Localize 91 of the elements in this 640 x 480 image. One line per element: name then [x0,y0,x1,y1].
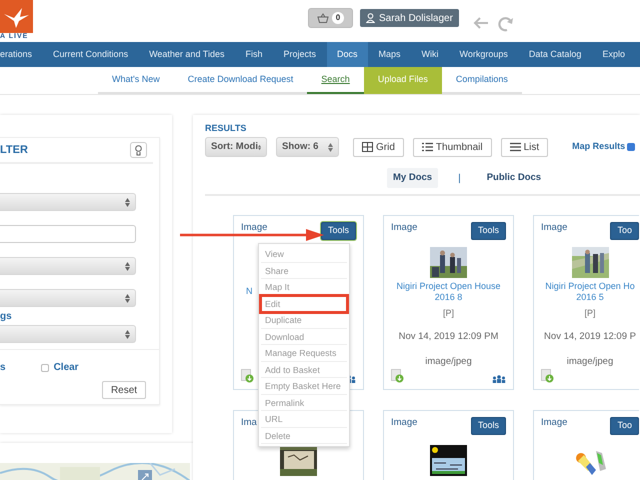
document-date: Nov 14, 2019 12:09 P [543,330,637,344]
tab-separator: | [458,172,461,186]
bird-logo-icon[interactable] [0,0,33,33]
checkbox[interactable] [40,364,49,372]
mime-type: image/jpeg [424,354,473,369]
menu-item[interactable]: Permalink [261,394,347,411]
option-label: s [0,361,6,375]
checkbox-label: Clear [54,361,79,375]
subnav-link[interactable]: Compilations [442,67,522,94]
input-field[interactable] [0,225,136,243]
menu-item[interactable]: Delete [261,428,347,444]
reset-button[interactable]: Reset [102,381,146,399]
subnav-link[interactable]: What's New [98,67,174,94]
view-button[interactable]: Thumbnail [412,138,492,156]
list-icon [422,142,433,152]
grid-icon [362,142,373,152]
tools-button[interactable]: Tools [470,417,506,435]
updown-caret-icon [125,198,130,206]
nav-tab[interactable]: Data Catalog [518,42,592,67]
file-type-label: Image [241,221,268,235]
download-icon[interactable] [541,369,554,383]
updown-caret-icon [125,262,130,270]
view-button[interactable]: List [500,138,548,156]
menu-item[interactable]: Share [261,262,347,279]
map-results-label: Map Results [572,140,626,154]
select-field[interactable] [0,289,136,307]
menu-item[interactable]: Map It [261,279,347,296]
back-arrow-icon[interactable] [473,16,489,30]
sort-select[interactable]: Sort: Modi [205,137,267,157]
file-type-label: Image [391,416,418,430]
nav-tab[interactable]: Workgroups [449,42,518,67]
updown-caret-icon [125,330,130,338]
help-button[interactable] [130,142,147,158]
select-field[interactable] [0,257,136,275]
expand-icon[interactable] [138,470,152,480]
select-field[interactable] [0,325,136,343]
mime-type: image/jpeg [566,354,614,369]
document-title-link[interactable]: Nigiri Project Open Ho 2016 5 [541,281,639,303]
file-type-label: Ima [241,416,257,430]
menu-item[interactable]: URL [261,411,347,428]
menu-item[interactable]: Download [261,328,347,345]
download-icon[interactable] [241,369,254,383]
file-type-label: Image [391,221,418,235]
file-type-label: Image [541,416,568,430]
user-button[interactable]: Sarah Dolislager [360,9,459,27]
menu-item[interactable]: Empty Basket Here [261,378,347,394]
basket-count: 0 [332,12,344,24]
nav-tab[interactable]: erations [0,42,43,67]
nav-tab[interactable]: Explo [592,42,636,67]
filter-title: LTER [0,142,28,158]
nav-tab[interactable]: Wiki [411,42,450,67]
nav-tab[interactable]: Docs [326,42,368,67]
doc-tab[interactable]: Public Docs [480,168,548,188]
tools-button[interactable]: Tools [470,222,506,240]
view-button[interactable]: Grid [353,138,404,156]
menu-lines-icon [510,142,521,152]
subnav-link[interactable]: Create Download Request [174,67,308,94]
updown-caret-icon [328,142,333,152]
document-title-link[interactable]: Nigiri Project Open House 2016 8 [391,281,506,303]
show-select[interactable]: Show: 6 [276,137,339,157]
updown-caret-icon [258,142,261,152]
menu-item[interactable]: Manage Requests [261,345,347,362]
nav-tab[interactable]: Fish [234,42,273,67]
basket-icon [316,13,329,23]
basket-button[interactable]: 0 [308,8,353,28]
public-marker-label: [P] [442,307,455,320]
tools-button[interactable]: Tools [320,222,356,240]
public-marker-label: [P] [583,307,596,320]
document-date: Nov 14, 2019 12:09 PM [398,330,500,344]
redo-icon[interactable] [497,16,515,32]
nav-tab[interactable]: Projects [272,42,326,67]
tools-button[interactable]: Too [610,222,639,240]
menu-item[interactable]: Duplicate [261,312,347,328]
tools-button[interactable]: Too [610,417,639,435]
nav-tab[interactable]: Maps [368,42,412,67]
file-type-label: Image [541,221,568,235]
nav-tab[interactable]: Weather and Tides [138,42,235,67]
nav-tab[interactable]: Current Conditions [42,42,139,67]
download-icon[interactable] [391,369,404,383]
field-label: gs [0,312,13,322]
menu-item[interactable]: Add to Basket [261,362,347,378]
menu-item[interactable]: Edit [261,296,347,312]
menu-item[interactable]: View [261,246,347,262]
checkbox[interactable] [627,143,636,151]
updown-caret-icon [125,294,130,302]
select-field[interactable] [0,193,136,211]
user-icon [366,13,375,23]
group-icon[interactable] [492,375,506,383]
lightbulb-icon [135,144,142,156]
results-heading: RESULTS [205,122,248,135]
doc-tab[interactable]: My Docs [387,168,438,188]
